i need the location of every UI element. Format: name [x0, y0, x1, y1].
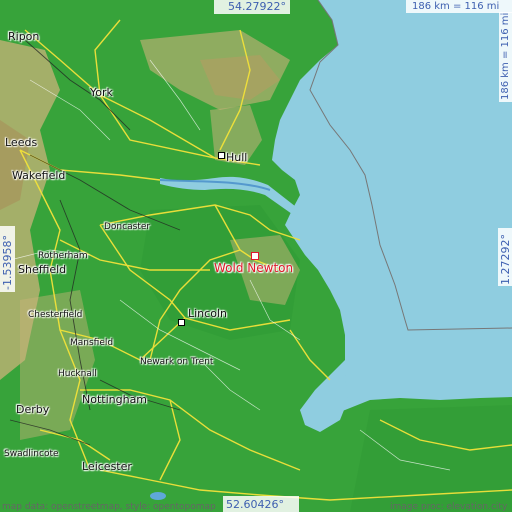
city-label-chesterfield: Chesterfield: [28, 310, 83, 320]
city-label-sheffield: Sheffield: [18, 263, 67, 276]
city-label-hucknall: Hucknall: [58, 369, 97, 379]
city-label-wakefield: Wakefield: [12, 169, 66, 182]
city-label-swadlincote: Swadlincote: [4, 449, 59, 459]
target-location-marker[interactable]: [251, 252, 259, 260]
attribution-right: image proc: elevation.city: [390, 502, 508, 512]
city-label-newark: Newark on Trent: [140, 357, 214, 367]
right-longitude-label: 1.27292°: [499, 234, 512, 285]
city-label-rotherham: Rotherham: [38, 251, 88, 261]
city-label-leicester: Leicester: [82, 460, 132, 473]
city-label-doncaster: Doncaster: [104, 222, 151, 232]
city-label-york: York: [90, 86, 113, 99]
top-latitude-label: 54.27922°: [228, 0, 286, 13]
city-label-nottingham: Nottingham: [82, 393, 148, 406]
target-location-label: Wold Newton: [214, 261, 294, 275]
map-canvas[interactable]: 54.27922° 186 km = 116 mi 52.60426° -1.5…: [0, 0, 512, 512]
bottom-latitude-label: 52.60426°: [226, 498, 284, 511]
city-label-ripon: Ripon: [8, 30, 40, 43]
city-label-hull: Hull: [226, 151, 248, 164]
attribution-left: map data: openstreetmap, style: opentopo…: [2, 502, 216, 512]
city-label-leeds: Leeds: [5, 136, 38, 149]
right-scale-label: 186 km = 116 mi: [500, 12, 511, 100]
city-label-derby: Derby: [16, 403, 50, 416]
city-marker-hull: [218, 152, 225, 159]
city-label-lincoln: Lincoln: [188, 307, 227, 320]
left-longitude-label: -1.53958°: [1, 235, 14, 290]
top-scale-label: 186 km = 116 mi: [412, 1, 500, 12]
city-marker-lincoln: [178, 319, 185, 326]
city-label-mansfield: Mansfield: [70, 338, 114, 348]
